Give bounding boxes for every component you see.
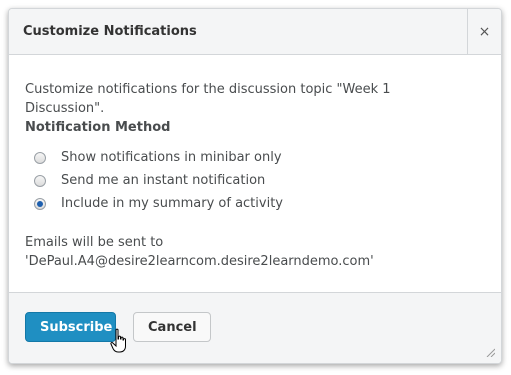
option-instant-notification[interactable]: Send me an instant notification (34, 169, 465, 192)
resize-grip-icon[interactable] (485, 347, 495, 357)
notification-method-heading: Notification Method (25, 120, 171, 135)
cancel-button[interactable]: Cancel (133, 312, 211, 342)
subscribe-button[interactable]: Subscribe (25, 312, 116, 342)
radio-summary-of-activity[interactable] (34, 197, 46, 210)
radio-minibar-only[interactable] (34, 151, 46, 164)
option-label: Show notifications in minibar only (61, 150, 282, 165)
email-note: Emails will be sent to 'DePaul.A4@desire… (25, 233, 465, 271)
dialog-header: Customize Notifications × (9, 9, 501, 55)
close-button[interactable]: × (467, 9, 501, 54)
option-label: Send me an instant notification (61, 173, 266, 188)
email-note-label: Emails will be sent to (25, 235, 164, 250)
dialog-body: Customize notifications for the discussi… (25, 80, 465, 271)
customize-notifications-dialog: Customize Notifications × Customize noti… (8, 8, 502, 364)
dialog-footer: Subscribe Cancel (9, 292, 501, 363)
radio-instant-notification[interactable] (34, 174, 46, 187)
option-label: Include in my summary of activity (61, 196, 283, 211)
notification-method-options: Show notifications in minibar only Send … (25, 146, 465, 215)
hand-pointer-icon (110, 328, 126, 353)
dialog-title: Customize Notifications (23, 24, 197, 39)
option-minibar-only[interactable]: Show notifications in minibar only (34, 146, 465, 169)
intro-text: Customize notifications for the discussi… (25, 82, 391, 116)
option-summary-of-activity[interactable]: Include in my summary of activity (34, 192, 465, 215)
email-address: 'DePaul.A4@desire2learncom.desire2learnd… (25, 254, 374, 269)
close-icon: × (478, 23, 491, 40)
